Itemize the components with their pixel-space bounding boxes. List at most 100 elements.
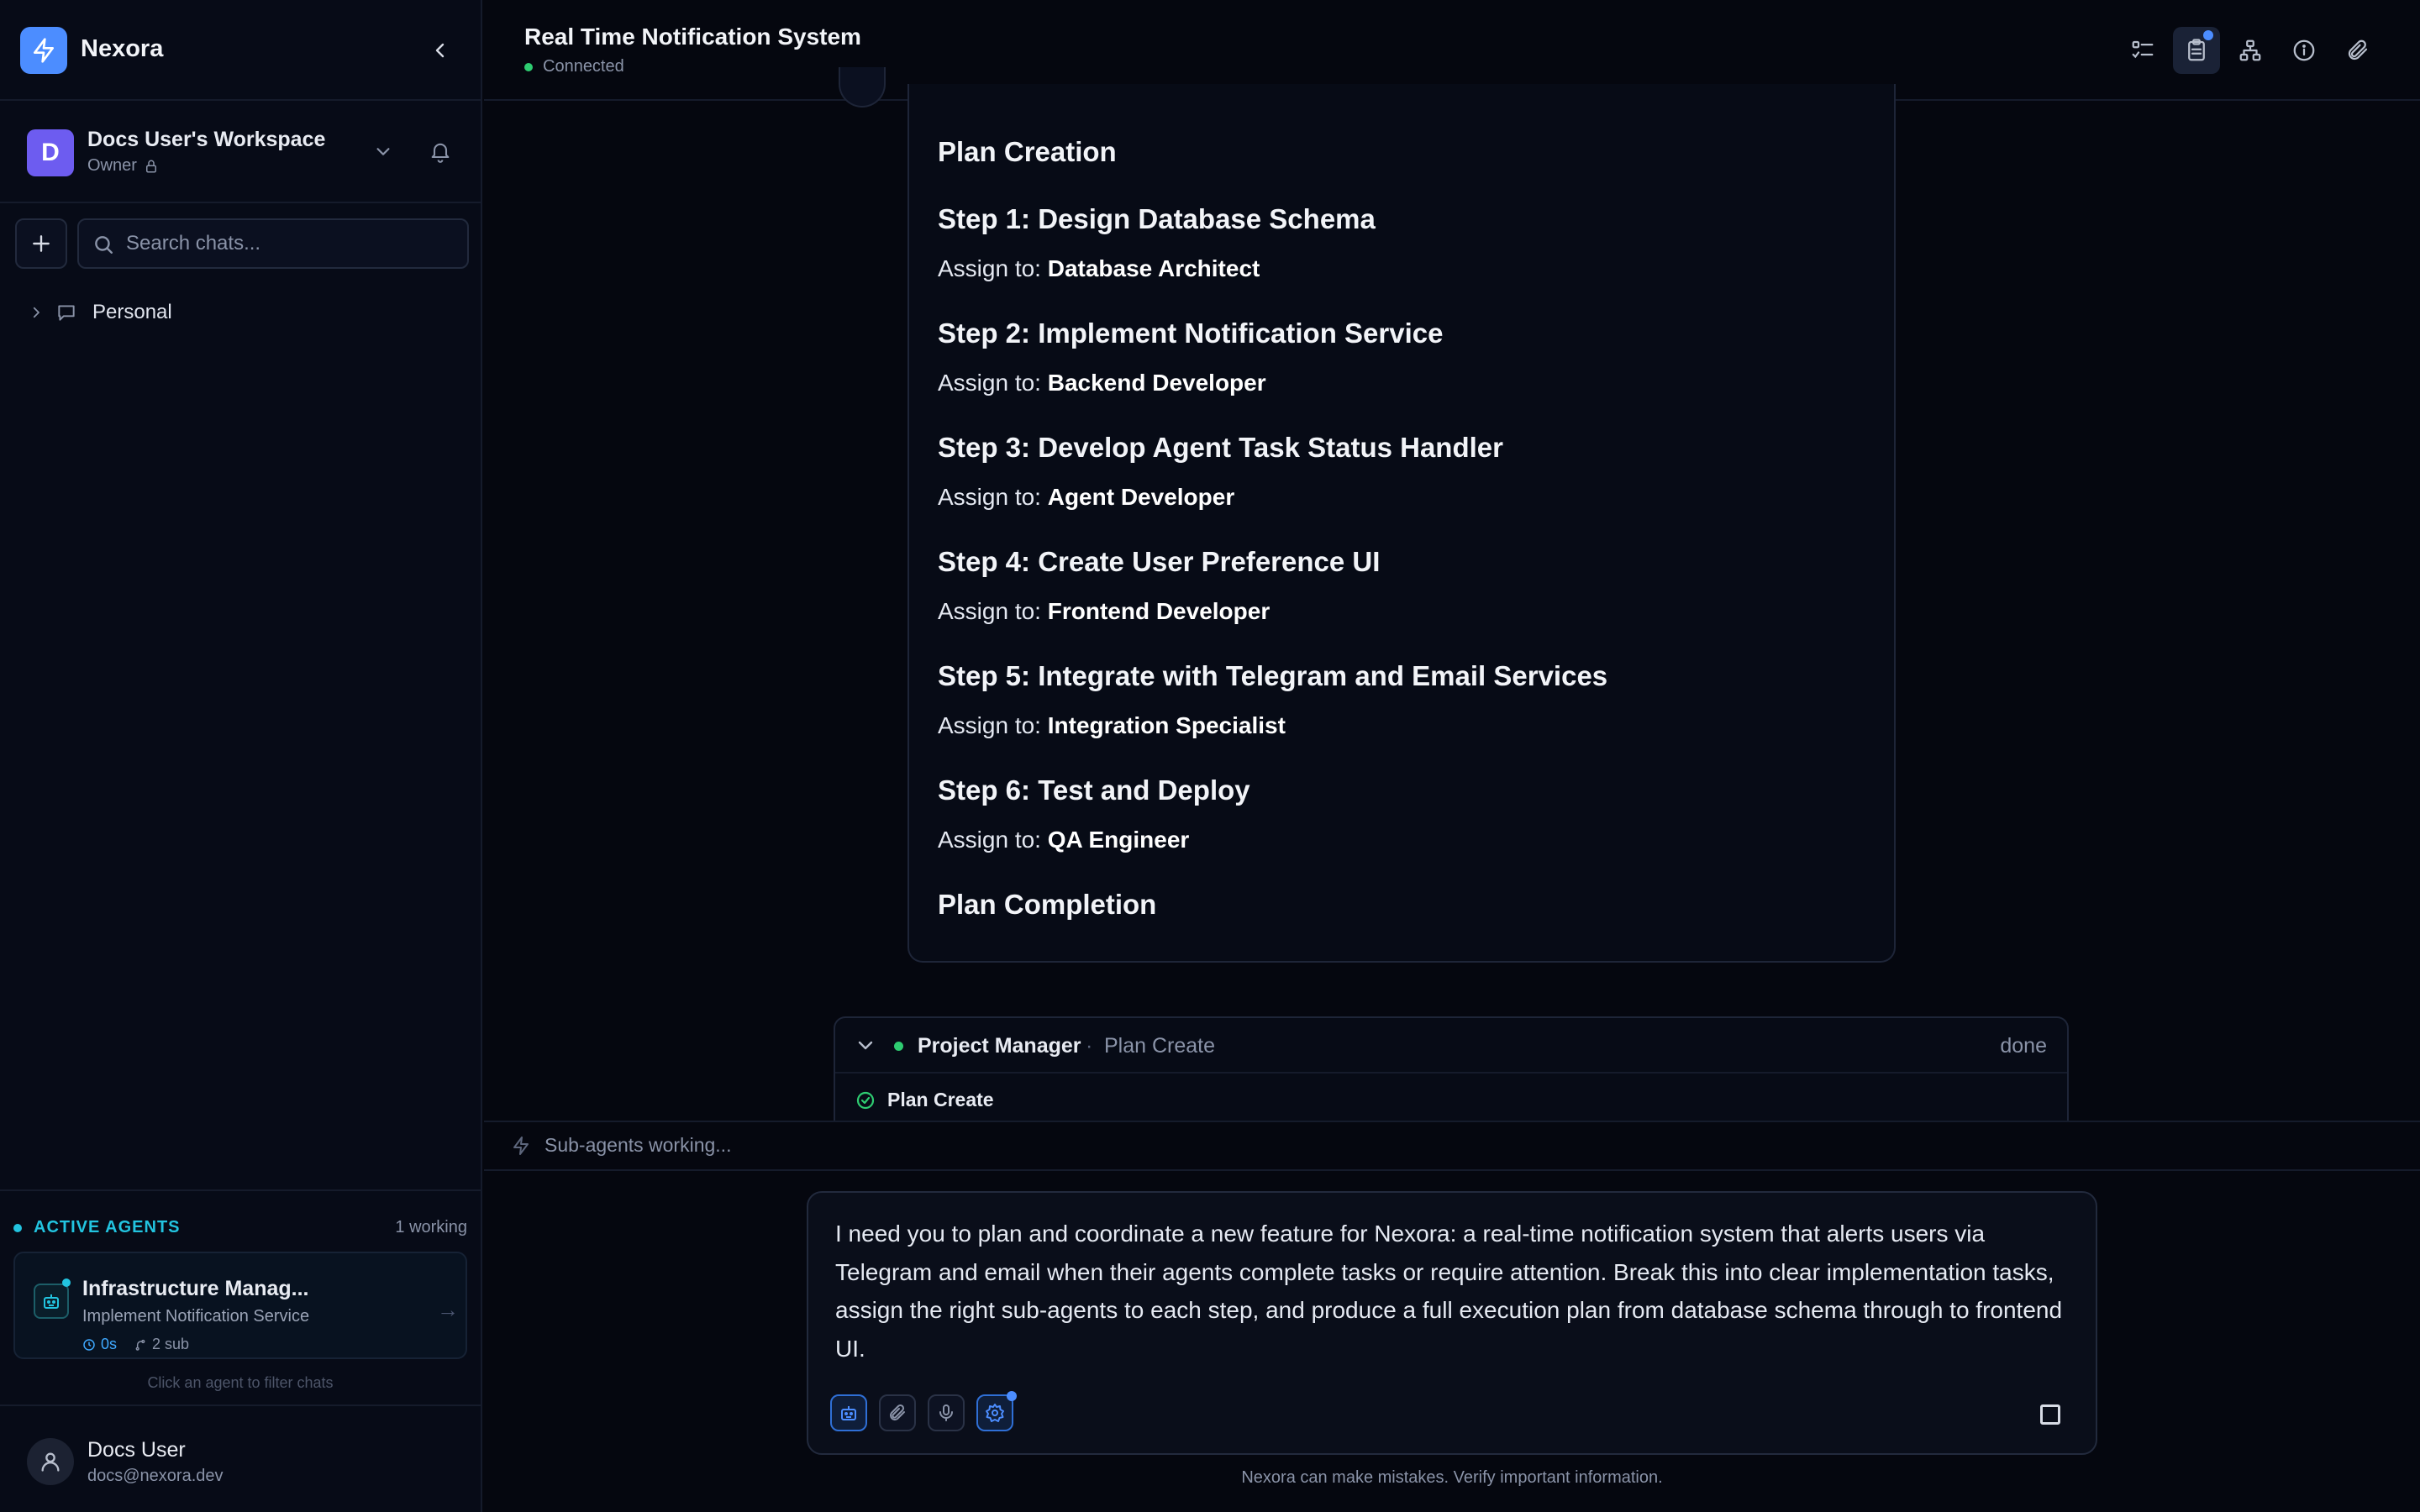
tool-call-header[interactable]: Project Manager · Plan Create done [835, 1018, 2067, 1074]
workspace-dropdown-button[interactable] [370, 138, 397, 165]
step-title: Step 2: Implement Notification Service [938, 318, 1444, 349]
step-assignment: Assign to: Database Architect [938, 255, 1260, 282]
info-button[interactable] [2281, 27, 2328, 74]
agent-task: Implement Notification Service [82, 1307, 310, 1326]
microphone-icon [936, 1403, 956, 1423]
active-indicator [13, 1223, 22, 1232]
checklist-icon [2130, 38, 2155, 63]
workspace-role: Owner [87, 156, 159, 176]
message-input[interactable]: I need you to plan and coordinate a new … [835, 1215, 2070, 1368]
active-agents-header: ACTIVE AGENTS 1 working [13, 1218, 467, 1237]
plus-icon [30, 233, 52, 255]
step-assignee: Database Architect [1047, 255, 1260, 281]
new-chat-button[interactable] [15, 218, 67, 269]
agent-card[interactable]: Infrastructure Manag... Implement Notifi… [13, 1252, 467, 1359]
chevron-down-icon [855, 1035, 876, 1055]
attachments-button[interactable] [2334, 27, 2381, 74]
assign-prefix: Assign to: [938, 827, 1048, 853]
agent-status-dot [62, 1278, 71, 1287]
settings-badge [1007, 1391, 1017, 1401]
step-title: Step 3: Develop Agent Task Status Handle… [938, 432, 1503, 463]
settings-button[interactable] [976, 1391, 1017, 1431]
tool-item-label: Plan Create [887, 1089, 994, 1110]
tool-separator: · [1086, 1034, 1093, 1058]
clock-icon [82, 1338, 96, 1352]
folder-label: Personal [92, 301, 172, 323]
active-agents-count: 1 working [395, 1218, 467, 1236]
workspace-switcher[interactable]: D Docs User's Workspace Owner [0, 101, 481, 203]
lock-icon [144, 159, 159, 174]
connection-dot [524, 62, 533, 71]
step-assignment: Assign to: QA Engineer [938, 827, 1189, 853]
brand-header: Nexora [0, 0, 481, 101]
assign-prefix: Assign to: [938, 712, 1048, 738]
app-name: Nexora [81, 35, 164, 62]
plan-footer: Plan Completion [938, 889, 1157, 920]
sidebar: Nexora D Docs User's Workspace Owner Sea… [0, 0, 482, 1512]
active-agents-title: ACTIVE AGENTS [34, 1218, 181, 1236]
search-box [77, 218, 469, 269]
folder-personal[interactable]: Personal [29, 296, 172, 329]
assign-prefix: Assign to: [938, 370, 1048, 396]
user-profile[interactable]: Docs User docs@nexora.dev [0, 1404, 481, 1512]
tool-status-dot [894, 1042, 903, 1051]
agent-time: 0s [82, 1336, 117, 1353]
agent-subs: 2 sub [134, 1336, 189, 1353]
voice-input-button[interactable] [928, 1394, 965, 1431]
collapse-sidebar-button[interactable] [425, 35, 455, 66]
step-assignee: QA Engineer [1047, 827, 1190, 853]
gear-icon [985, 1403, 1005, 1423]
step-assignee: Backend Developer [1047, 370, 1266, 396]
step-title: Step 5: Integrate with Telegram and Emai… [938, 660, 1608, 691]
chat-title: Real Time Notification System [524, 24, 861, 50]
lightning-icon [511, 1136, 531, 1156]
robot-icon [839, 1403, 859, 1423]
connection-status: Connected [524, 57, 624, 76]
assign-prefix: Assign to: [938, 255, 1048, 281]
assign-prefix: Assign to: [938, 598, 1048, 624]
sub-agents-status: Sub-agents working... [544, 1134, 732, 1156]
check-circle-icon [855, 1090, 876, 1110]
step-assignment: Assign to: Integration Specialist [938, 712, 1286, 739]
plan-message: Plan Creation Step 1: Design Database Sc… [908, 84, 1896, 963]
paperclip-icon [2345, 38, 2370, 63]
hierarchy-icon [2238, 38, 2263, 63]
arrow-right-icon: → [437, 1297, 459, 1322]
plan-button[interactable] [2173, 27, 2220, 74]
step-title: Step 6: Test and Deploy [938, 774, 1250, 806]
plan-heading: Plan Creation [938, 136, 1117, 167]
attach-file-button[interactable] [879, 1394, 916, 1431]
disclaimer: Nexora can make mistakes. Verify importa… [1241, 1468, 1663, 1487]
agent-mode-button[interactable] [830, 1394, 867, 1431]
agent-name: Infrastructure Manag... [82, 1277, 309, 1300]
notifications-button[interactable] [425, 136, 455, 166]
clipboard-icon [2184, 38, 2209, 63]
info-icon [2291, 38, 2317, 63]
sub-agents-status-bar: Sub-agents working... [484, 1121, 2420, 1171]
chevron-down-icon [374, 142, 392, 160]
chevron-right-icon [29, 305, 44, 320]
stop-button[interactable] [2040, 1404, 2060, 1425]
search-icon [92, 234, 114, 255]
agents-tree-button[interactable] [2227, 27, 2274, 74]
agent-time-value: 0s [101, 1336, 118, 1352]
step-assignee: Agent Developer [1047, 484, 1235, 510]
branch-icon [134, 1338, 147, 1352]
tool-status: done [2000, 1034, 2047, 1058]
bell-icon [429, 139, 452, 163]
agent-subs-value: 2 sub [152, 1336, 190, 1352]
message-composer: I need you to plan and coordinate a new … [807, 1191, 2097, 1455]
user-name: Docs User [87, 1438, 186, 1462]
plan-badge [2203, 30, 2213, 40]
tasks-button[interactable] [2119, 27, 2166, 74]
tool-call-card: Project Manager · Plan Create done Plan … [834, 1016, 2069, 1121]
step-assignment: Assign to: Frontend Developer [938, 598, 1270, 625]
workspace-avatar: D [27, 129, 74, 176]
active-agents-panel: ACTIVE AGENTS 1 working Infrastructure M… [0, 1189, 481, 1404]
message-avatar [839, 67, 886, 108]
search-input[interactable] [126, 228, 454, 259]
tool-call-item: Plan Create [855, 1089, 994, 1111]
step-title: Step 1: Design Database Schema [938, 203, 1376, 234]
user-icon [27, 1438, 74, 1485]
chat-bubble-icon [55, 302, 77, 323]
